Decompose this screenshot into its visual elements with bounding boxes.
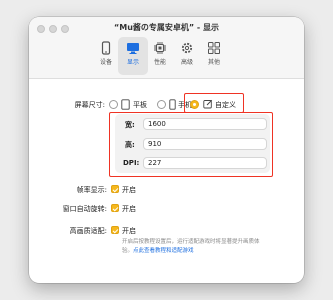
tutorial-link[interactable]: 点此查看教程和适配游戏 bbox=[133, 246, 194, 254]
tab-advanced-label: 高级 bbox=[180, 59, 193, 66]
screen-size-label: 屏幕尺寸: bbox=[74, 101, 105, 109]
auto-rotate-checkbox[interactable] bbox=[111, 204, 119, 212]
option-tablet-label[interactable]: 平板 bbox=[133, 100, 147, 110]
frame-rate-label: 帧率显示: bbox=[76, 186, 107, 194]
custom-size-highlight bbox=[109, 112, 273, 177]
tab-display[interactable]: 显示 bbox=[118, 37, 148, 75]
tab-advanced[interactable]: 高级 bbox=[172, 37, 202, 75]
tab-other-label: 其他 bbox=[207, 59, 220, 66]
desktop-background: “Mu酱の专属安卓机” - 显示 设备 显示 性能 高级 其他 屏幕尺寸: 平板… bbox=[0, 0, 333, 300]
performance-icon bbox=[154, 42, 166, 54]
hi-quality-checkbox[interactable] bbox=[111, 226, 119, 234]
auto-rotate-option[interactable]: 开启 bbox=[122, 204, 136, 214]
tab-device[interactable]: 设备 bbox=[91, 37, 121, 75]
custom-option-highlight bbox=[184, 93, 244, 113]
settings-window: “Mu酱の专属安卓机” - 显示 设备 显示 性能 高级 其他 屏幕尺寸: 平板… bbox=[29, 17, 304, 283]
tab-device-label: 设备 bbox=[99, 59, 112, 66]
radio-tablet[interactable] bbox=[109, 100, 118, 109]
frame-rate-option[interactable]: 开启 bbox=[122, 185, 136, 195]
tab-other[interactable]: 其他 bbox=[199, 37, 229, 75]
auto-rotate-label: 窗口自动旋转: bbox=[62, 205, 107, 213]
window-title: “Mu酱の专属安卓机” - 显示 bbox=[113, 23, 220, 32]
hi-quality-note-cont: 验。 bbox=[122, 248, 134, 254]
tab-performance-label: 性能 bbox=[153, 59, 166, 66]
tab-display-label: 显示 bbox=[126, 59, 139, 66]
hi-quality-option[interactable]: 开启 bbox=[122, 226, 136, 236]
phone-icon bbox=[169, 99, 176, 110]
advanced-icon bbox=[181, 42, 193, 54]
tab-performance[interactable]: 性能 bbox=[145, 37, 175, 75]
frame-rate-checkbox[interactable] bbox=[111, 185, 119, 193]
hi-quality-note: 开启后按教程设置后，运行适配游戏时将显著提升画质体 bbox=[122, 239, 260, 245]
device-icon bbox=[101, 41, 111, 55]
tablet-icon bbox=[121, 99, 130, 110]
display-icon bbox=[127, 43, 139, 54]
radio-phone[interactable] bbox=[157, 100, 166, 109]
title-bar: “Mu酱の专属安卓机” - 显示 设备 显示 性能 高级 其他 bbox=[29, 17, 304, 79]
hi-quality-label: 高画质适配: bbox=[69, 227, 107, 235]
other-icon bbox=[208, 42, 220, 54]
